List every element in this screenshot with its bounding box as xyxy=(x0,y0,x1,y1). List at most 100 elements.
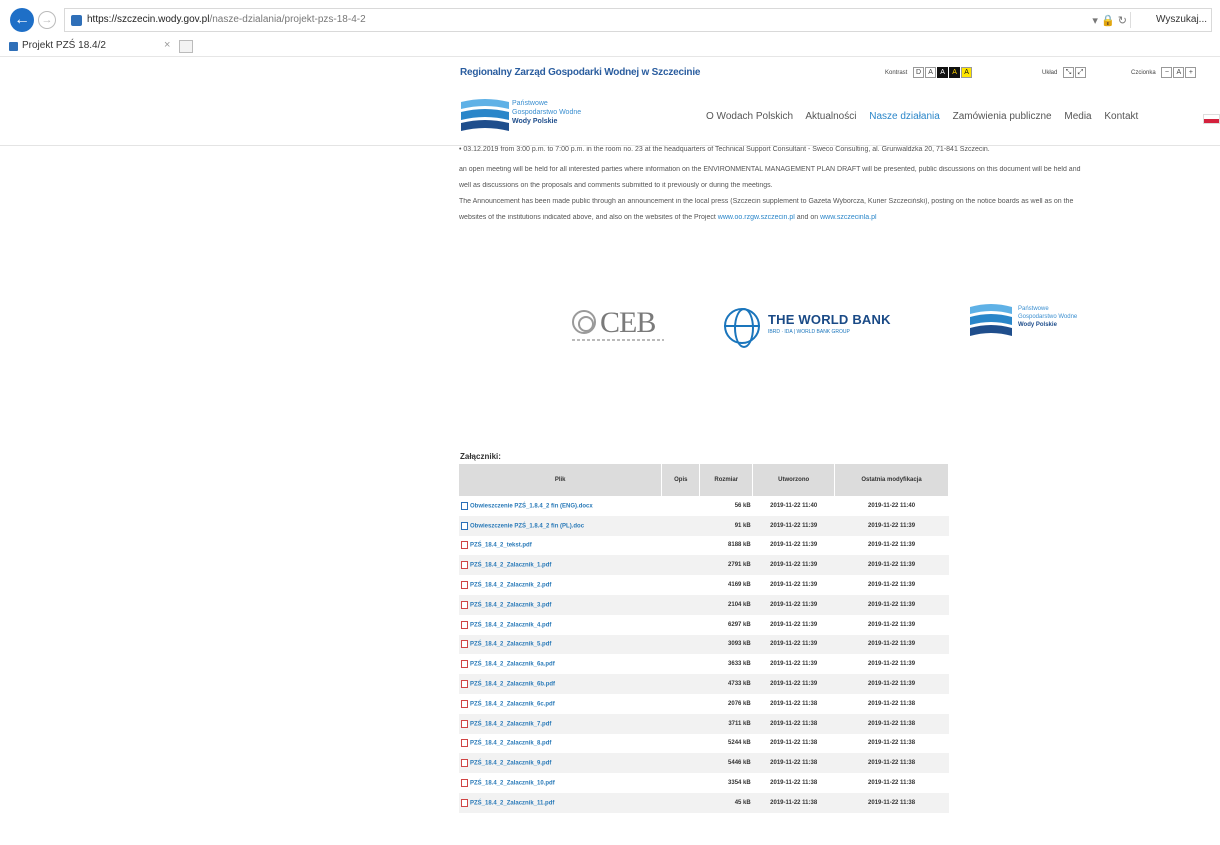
address-actions[interactable]: ▾ 🔒 ↻ xyxy=(1092,14,1127,27)
file-link[interactable]: PZŚ_18.4_2_Zalacznik_5.pdf xyxy=(459,634,662,655)
column-header-file[interactable]: Plik xyxy=(459,464,663,496)
pdf-file-icon xyxy=(461,581,468,590)
szczecinla-link[interactable]: www.szczecinla.pl xyxy=(820,214,876,221)
file-link[interactable]: PZŚ_18.4_2_Zalacznik_6a.pdf xyxy=(459,654,662,674)
pdf-file-icon xyxy=(461,779,468,788)
contrast-yellow-black-button[interactable]: A xyxy=(949,67,961,78)
site-name-link[interactable]: Regionalny Zarząd Gospodarki Wodnej w Sz… xyxy=(460,67,700,78)
file-name[interactable]: PZŚ_18.4_2_tekst.pdf xyxy=(470,543,532,549)
sponsor-line-3: Wody Polskie xyxy=(1018,322,1057,328)
table-row: PZŚ_18.4_2_Zalacznik_6a.pdf 3633 kB 2019-1… xyxy=(459,654,949,674)
file-link[interactable]: PZŚ_18.4_2_Zalacznik_6b.pdf xyxy=(459,674,662,694)
nav-item-nasze-dzialania[interactable]: Nasze działania xyxy=(869,111,940,122)
dropdown-icon[interactable]: ▾ xyxy=(1092,15,1098,27)
file-description xyxy=(661,634,700,655)
tab-title[interactable]: Projekt PZŚ 18.4/2 xyxy=(22,40,106,51)
project-link[interactable]: www.oo.rzgw.szczecin.pl xyxy=(718,214,795,221)
font-increase-button[interactable]: + xyxy=(1185,67,1197,78)
file-description xyxy=(661,594,700,615)
file-link[interactable]: PZŚ_18.4_2_Zalacznik_4.pdf xyxy=(459,615,662,635)
file-size: 4733 kB xyxy=(699,674,753,694)
file-name[interactable]: PZŚ_18.4_2_Zalacznik_5.pdf xyxy=(470,642,551,648)
forward-arrow-icon[interactable]: → xyxy=(38,11,56,29)
pdf-file-icon xyxy=(461,541,468,550)
file-name[interactable]: PZŚ_18.4_2_Zalacznik_6a.pdf xyxy=(470,662,555,668)
nav-item-kontakt[interactable]: Kontakt xyxy=(1104,111,1138,122)
main-navigation: O Wodach Polskich Aktualności Nasze dzia… xyxy=(706,111,1148,122)
refresh-icon[interactable]: ↻ xyxy=(1118,15,1127,27)
pdf-file-icon xyxy=(461,739,468,748)
file-link[interactable]: PZŚ_18.4_2_Zalacznik_9.pdf xyxy=(459,753,662,774)
ceb-logo[interactable]: CEB xyxy=(572,306,668,346)
file-size: 2076 kB xyxy=(728,700,751,707)
contrast-light-button[interactable]: A xyxy=(925,67,937,78)
file-name[interactable]: PZŚ_18.4_2_Zalacznik_4.pdf xyxy=(470,622,551,628)
file-description xyxy=(661,515,700,536)
file-size: 2104 kB xyxy=(699,594,753,615)
layout-narrow-button[interactable]: ⤡ xyxy=(1063,67,1075,78)
table-row: PZŚ_18.4_2_Zalacznik_8.pdf 5244 kB 2019-11… xyxy=(459,734,949,754)
file-name[interactable]: PZŚ_18.4_2_Zalacznik_7.pdf xyxy=(470,721,551,727)
table-row: PZŚ_18.4_2_Zalacznik_4.pdf 6297 kB 2019-11… xyxy=(459,615,949,635)
file-link[interactable]: PZŚ_18.4_2_Zalacznik_10.pdf xyxy=(459,773,662,793)
font-decrease-button[interactable]: − xyxy=(1161,67,1173,78)
sponsor-wordmark: Państwowe Gospodarstwo Wodne Wody Polski… xyxy=(1018,305,1077,329)
file-link[interactable]: PZŚ_18.4_2_Zalacznik_8.pdf xyxy=(459,734,662,754)
file-name[interactable]: PZŚ_18.4_2_Zalacznik_10.pdf xyxy=(470,781,555,787)
file-name[interactable]: Obwieszczenie PZŚ_1.8.4_2 fin (ENG).docx xyxy=(470,503,593,509)
nav-item-aktualnosci[interactable]: Aktualności xyxy=(805,111,856,122)
layout-wide-button[interactable]: ⤢ xyxy=(1075,67,1087,78)
file-link[interactable]: Obwieszczenie PZŚ_1.8.4_2 fin (ENG).docx xyxy=(459,496,662,516)
column-header-modified[interactable]: Ostatnia modyfikacja xyxy=(834,464,949,496)
tab-favicon-icon xyxy=(9,42,18,51)
search-box[interactable]: Wyszukaj... xyxy=(1156,14,1207,25)
column-header-created[interactable]: Utworzono xyxy=(752,464,836,496)
world-bank-logo[interactable]: THE WORLD BANK IBRD · IDA | WORLD BANK G… xyxy=(724,306,924,348)
column-header-size[interactable]: Rozmiar xyxy=(699,464,754,496)
font-controls: Czcionka − A + xyxy=(1131,67,1197,81)
file-modified: 2019-11-22 11:39 xyxy=(834,634,949,655)
file-link[interactable]: PZŚ_18.4_2_tekst.pdf xyxy=(459,536,662,556)
contrast-dark-button[interactable]: A xyxy=(937,67,949,78)
nav-item-media[interactable]: Media xyxy=(1064,111,1091,122)
address-separator xyxy=(1130,12,1131,28)
column-header-description[interactable]: Opis xyxy=(661,464,701,496)
file-size: 5446 kB xyxy=(699,753,753,774)
file-name[interactable]: PZŚ_18.4_2_Zalacznik_6b.pdf xyxy=(470,682,555,688)
file-name[interactable]: PZŚ_18.4_2_Zalacznik_6c.pdf xyxy=(470,701,555,707)
tab-close-icon[interactable]: × xyxy=(164,39,170,51)
file-link[interactable]: PZŚ_18.4_2_Zalacznik_11.pdf xyxy=(459,792,662,813)
file-description xyxy=(661,713,700,734)
pdf-file-icon xyxy=(461,640,468,649)
file-created: 2019-11-22 11:39 xyxy=(752,555,835,576)
contrast-default-button[interactable]: D xyxy=(913,67,925,78)
address-bar[interactable]: https://szczecin.wody.gov.pl/nasze-dzial… xyxy=(64,8,1212,32)
file-link[interactable]: PZŚ_18.4_2_Zalacznik_6c.pdf xyxy=(459,694,662,714)
file-link[interactable]: PZŚ_18.4_2_Zalacznik_3.pdf xyxy=(459,594,662,615)
file-name[interactable]: PZŚ_18.4_2_Zalacznik_2.pdf xyxy=(470,583,551,589)
file-name[interactable]: PZŚ_18.4_2_Zalacznik_1.pdf xyxy=(470,563,551,569)
polish-flag-icon[interactable] xyxy=(1203,114,1220,124)
document-file-icon xyxy=(461,521,468,530)
file-name[interactable]: PZŚ_18.4_2_Zalacznik_9.pdf xyxy=(470,761,551,767)
file-modified: 2019-11-22 11:38 xyxy=(834,753,949,774)
file-name[interactable]: PZŚ_18.4_2_Zalacznik_3.pdf xyxy=(470,602,551,608)
wody-polskie-sponsor-logo[interactable]: Państwowe Gospodarstwo Wodne Wody Polski… xyxy=(968,300,1138,344)
new-tab-button[interactable] xyxy=(179,40,193,53)
file-link[interactable]: PZŚ_18.4_2_Zalacznik_2.pdf xyxy=(459,575,662,595)
attachments-title: Załączniki: xyxy=(460,452,501,461)
nav-item-o-wodach-polskich[interactable]: O Wodach Polskich xyxy=(706,111,793,122)
font-reset-button[interactable]: A xyxy=(1173,67,1185,78)
file-description xyxy=(661,792,700,813)
back-arrow-icon[interactable]: ← xyxy=(10,8,34,32)
file-link[interactable]: Obwieszczenie PZŚ_1.8.4_2 fin (PL).doc xyxy=(459,515,662,536)
file-name[interactable]: Obwieszczenie PZŚ_1.8.4_2 fin (PL).doc xyxy=(470,523,584,529)
file-name[interactable]: PZŚ_18.4_2_Zalacznik_8.pdf xyxy=(470,741,551,747)
url-text[interactable]: https://szczecin.wody.gov.pl/nasze-dzial… xyxy=(87,14,407,25)
wody-polskie-logo[interactable] xyxy=(459,96,511,134)
file-name[interactable]: PZŚ_18.4_2_Zalacznik_11.pdf xyxy=(470,800,554,806)
file-link[interactable]: PZŚ_18.4_2_Zalacznik_7.pdf xyxy=(459,713,662,734)
nav-item-zamowienia-publiczne[interactable]: Zamówienia publiczne xyxy=(953,111,1052,122)
contrast-black-yellow-button[interactable]: A xyxy=(961,67,973,78)
file-link[interactable]: PZŚ_18.4_2_Zalacznik_1.pdf xyxy=(459,555,662,576)
